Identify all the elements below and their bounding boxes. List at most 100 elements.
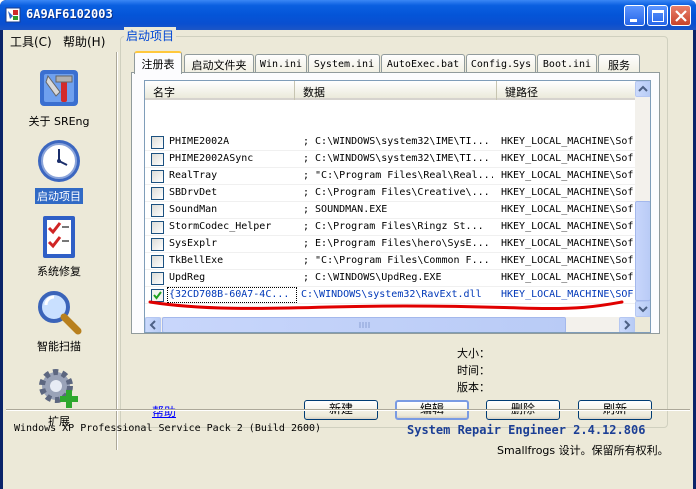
gear-plus-icon	[39, 369, 78, 408]
row-name: SBDrvDet	[169, 187, 218, 198]
app-window: 6A9AF6102003 工具(C) 帮助(H) 关于 SREng 启动项目 系…	[0, 0, 696, 489]
list-item[interactable]: PHIME2002ASync ; C:\WINDOWS\system32\IME…	[145, 151, 635, 168]
tab-boot-ini[interactable]: Boot.ini	[537, 54, 597, 73]
sidebar-item-startup[interactable]: 启动项目	[7, 137, 111, 204]
row-checkbox-checked[interactable]	[151, 289, 164, 302]
column-header-name[interactable]: 名字	[145, 81, 295, 100]
row-checkbox[interactable]	[151, 136, 164, 149]
scroll-down-button[interactable]	[635, 301, 650, 317]
grip-icon	[359, 322, 370, 328]
row-checkbox[interactable]	[151, 272, 164, 285]
title-bar[interactable]: 6A9AF6102003	[0, 0, 696, 30]
row-checkbox[interactable]	[151, 221, 164, 234]
group-title: 启动项目	[124, 27, 177, 44]
row-data: C:\WINDOWS\system32\RavExt.dll	[301, 289, 482, 300]
row-data: ; SOUNDMAN.EXE	[303, 204, 388, 215]
list-item[interactable]: TkBellExe ; "C:\Program Files\Common F..…	[145, 253, 635, 270]
maximize-button[interactable]	[647, 5, 668, 26]
sidebar-label-about: 关于 SREng	[28, 115, 90, 128]
arrow-left-icon	[149, 320, 156, 330]
scroll-left-button[interactable]	[145, 317, 161, 332]
tab-autoexec-bat[interactable]: AutoExec.bat	[381, 54, 465, 73]
product-version-text: System Repair Engineer 2.4.12.806	[407, 423, 646, 437]
row-data: ; C:\WINDOWS\system32\IME\TI...	[303, 153, 490, 164]
row-checkbox[interactable]	[151, 238, 164, 251]
row-data: ; C:\Program Files\Ringz St...	[303, 221, 484, 232]
checkmark-icon	[153, 291, 162, 300]
vertical-scroll-thumb[interactable]	[635, 201, 650, 301]
list-item[interactable]: PHIME2002A ; C:\WINDOWS\system32\IME\TI.…	[145, 134, 635, 151]
row-path: HKEY_LOCAL_MACHINE\SOF	[501, 289, 633, 300]
column-header-path[interactable]: 键路径	[497, 81, 635, 100]
status-divider	[6, 409, 690, 411]
menu-help[interactable]: 帮助(H)	[59, 32, 109, 51]
sidebar-item-scan[interactable]: 智能扫描	[7, 287, 111, 354]
horizontal-scrollbar[interactable]	[145, 317, 635, 332]
column-header-data[interactable]: 数据	[295, 81, 497, 100]
row-checkbox[interactable]	[151, 153, 164, 166]
row-name: RealTray	[169, 170, 218, 181]
list-item[interactable]: RealTray ; "C:\Program Files\Real\Real..…	[145, 168, 635, 185]
minimize-button[interactable]	[624, 5, 645, 26]
list-item[interactable]: SysExplr ; E:\Program Files\hero\SysE...…	[145, 236, 635, 253]
list-item[interactable]: SoundMan ; SOUNDMAN.EXE HKEY_LOCAL_MACHI…	[145, 202, 635, 219]
row-path: HKEY_LOCAL_MACHINE\Sof	[501, 153, 633, 164]
tab-startup-folder[interactable]: 启动文件夹	[184, 54, 254, 73]
sidebar-item-repair[interactable]: 系统修复	[7, 212, 111, 279]
row-path: HKEY_LOCAL_MACHINE\Sof	[501, 272, 633, 283]
scroll-right-button[interactable]	[619, 317, 635, 332]
row-data: ; "C:\Program Files\Common F...	[303, 255, 490, 266]
sidebar-item-about[interactable]: 关于 SREng	[7, 62, 111, 129]
minimize-icon	[630, 19, 637, 22]
row-data: ; C:\Program Files\Creative\...	[303, 187, 490, 198]
row-name: PHIME2002A	[169, 136, 230, 147]
list-item-selected[interactable]: {32CD708B-60A7-4C... C:\WINDOWS\system32…	[145, 287, 635, 304]
close-button[interactable]	[670, 5, 691, 26]
window-title: 6A9AF6102003	[26, 7, 113, 21]
list-header: 名字 数据 键路径	[145, 81, 635, 100]
row-name: PHIME2002ASync	[169, 153, 254, 164]
row-path: HKEY_LOCAL_MACHINE\Sof	[501, 136, 633, 147]
row-checkbox[interactable]	[151, 170, 164, 183]
row-checkbox[interactable]	[151, 255, 164, 268]
tab-services[interactable]: 服务	[598, 54, 640, 73]
row-checkbox[interactable]	[151, 187, 164, 200]
row-name: SoundMan	[169, 204, 218, 215]
row-checkbox[interactable]	[151, 204, 164, 217]
row-data: ; C:\WINDOWS\system32\IME\TI...	[303, 136, 490, 147]
row-path: HKEY_LOCAL_MACHINE\Sof	[501, 238, 633, 249]
tools-icon	[40, 70, 78, 106]
copyright-text: Smallfrogs 设计。保留所有权利。	[497, 444, 669, 457]
scroll-up-button[interactable]	[635, 81, 650, 97]
tab-registry[interactable]: 注册表	[134, 51, 182, 74]
tab-config-sys[interactable]: Config.Sys	[466, 54, 536, 73]
maximize-icon	[652, 10, 664, 22]
row-name: TkBellExe	[169, 255, 224, 266]
time-label: 时间：	[457, 364, 490, 377]
magnifier-icon	[38, 291, 82, 335]
version-label: 版本：	[457, 381, 490, 394]
clock-icon	[38, 140, 80, 182]
arrow-up-icon	[638, 85, 648, 92]
os-version-text: Windows XP Professional Service Pack 2 (…	[14, 423, 322, 434]
horizontal-scroll-thumb[interactable]	[162, 317, 566, 332]
arrow-down-icon	[638, 306, 648, 313]
close-icon	[675, 10, 687, 22]
size-label: 大小：	[457, 347, 490, 360]
sidebar-label-startup: 启动项目	[35, 188, 83, 204]
row-path: HKEY_LOCAL_MACHINE\Sof	[501, 187, 633, 198]
row-name: {32CD708B-60A7-4C...	[169, 289, 290, 300]
menu-tools[interactable]: 工具(C)	[6, 32, 56, 51]
tab-win-ini[interactable]: Win.ini	[255, 54, 307, 73]
startup-list[interactable]: 名字 数据 键路径 PHIME2002A ; C:\WINDOWS\system…	[144, 80, 651, 333]
vertical-scrollbar[interactable]	[635, 81, 650, 317]
arrow-right-icon	[624, 320, 631, 330]
row-data: ; "C:\Program Files\Real\Real...	[303, 170, 493, 181]
row-name: UpdReg	[169, 272, 206, 283]
sidebar-label-repair: 系统修复	[37, 265, 81, 278]
row-data: ; C:\WINDOWS\UpdReg.EXE	[303, 272, 442, 283]
list-item[interactable]: UpdReg ; C:\WINDOWS\UpdReg.EXE HKEY_LOCA…	[145, 270, 635, 287]
list-item[interactable]: StormCodec_Helper ; C:\Program Files\Rin…	[145, 219, 635, 236]
list-item[interactable]: SBDrvDet ; C:\Program Files\Creative\...…	[145, 185, 635, 202]
tab-system-ini[interactable]: System.ini	[308, 54, 380, 73]
